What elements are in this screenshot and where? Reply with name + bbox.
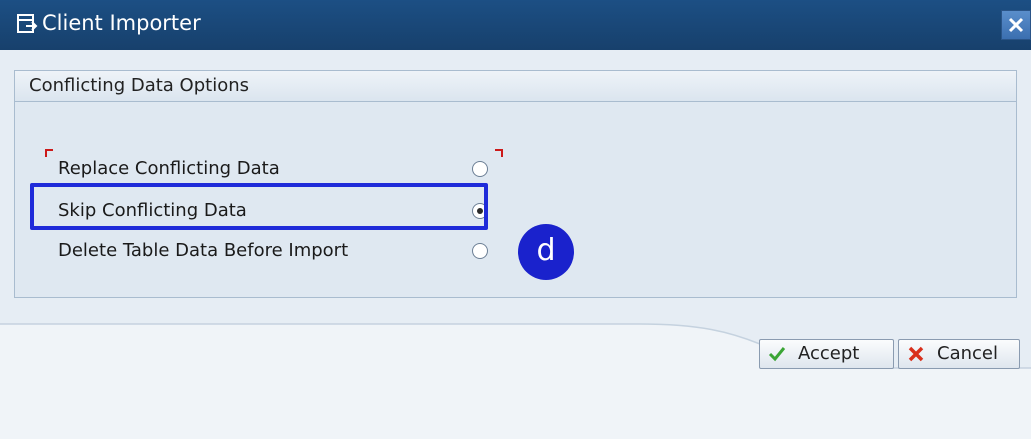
close-icon <box>1008 17 1024 33</box>
annotation-badge: d <box>518 224 574 280</box>
checkmark-icon <box>768 347 786 362</box>
close-button[interactable] <box>1001 10 1031 40</box>
window-title: Client Importer <box>42 11 201 35</box>
option-replace-label: Replace Conflicting Data <box>58 158 280 179</box>
option-delete-radio[interactable] <box>472 243 488 259</box>
dialog-body: Conflicting Data Options Replace Conflic… <box>0 50 1031 439</box>
option-delete-label: Delete Table Data Before Import <box>58 240 349 261</box>
focus-bracket-left <box>45 149 53 157</box>
cancel-label: Cancel <box>937 343 998 364</box>
window-titlebar: Client Importer <box>0 0 1031 50</box>
cancel-x-icon <box>908 346 924 362</box>
window-icon <box>17 14 38 33</box>
accept-label: Accept <box>798 343 860 364</box>
annotation-highlight-box <box>30 183 488 230</box>
cancel-button[interactable]: Cancel <box>898 339 1020 369</box>
focus-bracket-right <box>495 149 503 157</box>
footer-divider-curve <box>0 323 1031 439</box>
option-replace-radio[interactable] <box>472 161 488 177</box>
group-header: Conflicting Data Options <box>15 71 1016 102</box>
accept-button[interactable]: Accept <box>759 339 894 369</box>
group-title: Conflicting Data Options <box>29 75 249 96</box>
